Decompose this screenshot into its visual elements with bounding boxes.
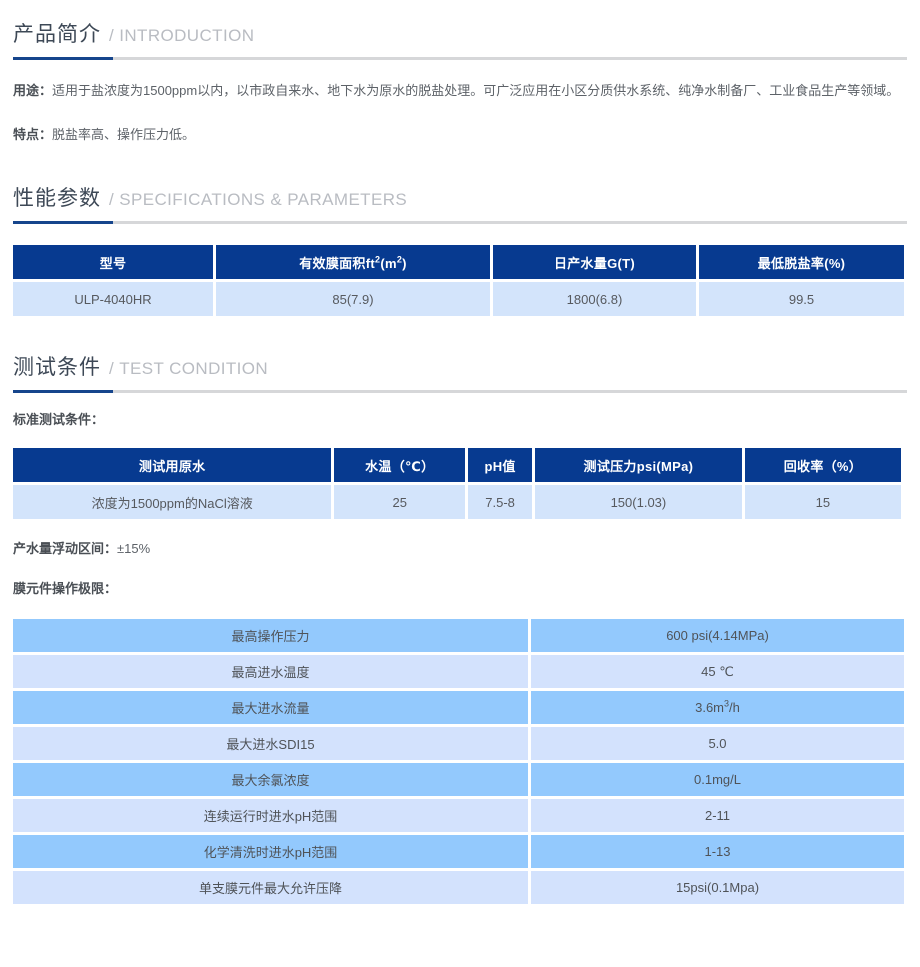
- cell-ph: 7.5-8: [468, 485, 532, 519]
- standard-test-condition-label-text: 标准测试条件：: [13, 412, 104, 427]
- table-row: 最大进水SDI155.0: [13, 727, 904, 760]
- col-header-ph: pH值: [468, 448, 532, 482]
- section-specifications: 性能参数 / SPECIFICATIONS & PARAMETERS: [0, 150, 920, 221]
- operating-limits-label: 膜元件操作极限：: [0, 574, 920, 604]
- test-condition-heading-en: / TEST CONDITION: [109, 359, 268, 378]
- cell-membrane-area: 85(7.9): [216, 282, 490, 316]
- cell-limit-value: 0.1mg/L: [531, 763, 904, 796]
- specifications-table: 型号 有效膜面积ft2(m2) 日产水量G(T) 最低脱盐率(%) ULP-40…: [10, 242, 907, 319]
- test-condition-heading: 测试条件 / TEST CONDITION: [13, 351, 907, 390]
- col-header-model: 型号: [13, 245, 213, 279]
- col-header-feedwater: 测试用原水: [13, 448, 331, 482]
- introduction-body: 用途：适用于盐浓度为1500ppm以内，以市政自来水、地下水为原水的脱盐处理。可…: [0, 60, 920, 150]
- cell-limit-name: 最大余氯浓度: [13, 763, 528, 796]
- table-row: 化学清洗时进水pH范围1-13: [13, 835, 904, 868]
- introduction-usage-text: 适用于盐浓度为1500ppm以内，以市政自来水、地下水为原水的脱盐处理。可广泛应…: [52, 83, 899, 98]
- col-header-temperature: 水温（℃）: [334, 448, 465, 482]
- cell-limit-name: 化学清洗时进水pH范围: [13, 835, 528, 868]
- section-introduction: 产品简介 / INTRODUCTION: [0, 0, 920, 57]
- col-header-min-rejection: 最低脱盐率(%): [699, 245, 904, 279]
- table-header-row: 测试用原水 水温（℃） pH值 测试压力psi(MPa) 回收率（%）: [13, 448, 901, 482]
- table-row: ULP-4040HR 85(7.9) 1800(6.8) 99.5: [13, 282, 904, 316]
- introduction-feature-label: 特点：: [13, 127, 52, 142]
- standard-test-condition-label: 标准测试条件：: [0, 405, 920, 435]
- cell-limit-value: 15psi(0.1Mpa): [531, 871, 904, 904]
- flow-tolerance-value: ±15%: [117, 541, 150, 556]
- table-row: 最大余氯浓度0.1mg/L: [13, 763, 904, 796]
- cell-min-rejection: 99.5: [699, 282, 904, 316]
- cell-limit-name: 最大进水SDI15: [13, 727, 528, 760]
- cell-feedwater: 浓度为1500ppm的NaCl溶液: [13, 485, 331, 519]
- introduction-usage-label: 用途：: [13, 83, 52, 98]
- cell-limit-name: 连续运行时进水pH范围: [13, 799, 528, 832]
- introduction-heading-en: / INTRODUCTION: [109, 26, 254, 45]
- introduction-feature-text: 脱盐率高、操作压力低。: [52, 127, 195, 142]
- col-header-daily-output: 日产水量G(T): [493, 245, 696, 279]
- table-row: 浓度为1500ppm的NaCl溶液 25 7.5-8 150(1.03) 15: [13, 485, 901, 519]
- cell-limit-value: 3.6m3/h: [531, 691, 904, 724]
- introduction-usage-paragraph: 用途：适用于盐浓度为1500ppm以内，以市政自来水、地下水为原水的脱盐处理。可…: [0, 76, 920, 106]
- specifications-heading-cn: 性能参数: [13, 187, 101, 210]
- specifications-heading-en: / SPECIFICATIONS & PARAMETERS: [109, 190, 407, 209]
- section-test-condition: 测试条件 / TEST CONDITION: [0, 319, 920, 390]
- product-datasheet-page: 产品简介 / INTRODUCTION 用途：适用于盐浓度为1500ppm以内，以…: [0, 0, 920, 907]
- test-condition-table: 测试用原水 水温（℃） pH值 测试压力psi(MPa) 回收率（%） 浓度为1…: [10, 445, 904, 522]
- operating-limits-table: 最高操作压力600 psi(4.14MPa)最高进水温度45 ℃最大进水流量3.…: [10, 616, 907, 907]
- introduction-heading: 产品简介 / INTRODUCTION: [13, 18, 907, 57]
- cell-limit-value: 600 psi(4.14MPa): [531, 619, 904, 652]
- specifications-heading-rule: [13, 221, 907, 224]
- cell-limit-value: 2-11: [531, 799, 904, 832]
- cell-daily-output: 1800(6.8): [493, 282, 696, 316]
- flow-tolerance-label: 产水量浮动区间：: [13, 541, 117, 556]
- limit-value-pre: 3.6m: [695, 700, 724, 715]
- col-header-recovery: 回收率（%）: [745, 448, 901, 482]
- cell-limit-value: 45 ℃: [531, 655, 904, 688]
- cell-limit-value: 1-13: [531, 835, 904, 868]
- operating-limits-label-text: 膜元件操作极限：: [13, 581, 117, 596]
- col-header-test-pressure: 测试压力psi(MPa): [535, 448, 742, 482]
- flow-tolerance-note: 产水量浮动区间：±15%: [0, 534, 920, 564]
- introduction-feature-paragraph: 特点：脱盐率高、操作压力低。: [0, 120, 920, 150]
- table-row: 最高操作压力600 psi(4.14MPa): [13, 619, 904, 652]
- cell-test-pressure: 150(1.03): [535, 485, 742, 519]
- membrane-area-post: ): [402, 256, 407, 271]
- table-row: 最高进水温度45 ℃: [13, 655, 904, 688]
- table-row: 最大进水流量3.6m3/h: [13, 691, 904, 724]
- table-header-row: 型号 有效膜面积ft2(m2) 日产水量G(T) 最低脱盐率(%): [13, 245, 904, 279]
- col-header-membrane-area: 有效膜面积ft2(m2): [216, 245, 490, 279]
- cell-temperature: 25: [334, 485, 465, 519]
- test-condition-heading-rule: [13, 390, 907, 393]
- membrane-area-pre: 有效膜面积ft: [299, 256, 375, 271]
- table-row: 连续运行时进水pH范围2-11: [13, 799, 904, 832]
- specifications-heading: 性能参数 / SPECIFICATIONS & PARAMETERS: [13, 182, 907, 221]
- cell-limit-name: 最高进水温度: [13, 655, 528, 688]
- cell-limit-name: 最大进水流量: [13, 691, 528, 724]
- membrane-area-mid: (m: [380, 256, 397, 271]
- introduction-heading-cn: 产品简介: [13, 23, 101, 46]
- cell-model: ULP-4040HR: [13, 282, 213, 316]
- introduction-heading-rule: [13, 57, 907, 60]
- cell-limit-name: 最高操作压力: [13, 619, 528, 652]
- cell-limit-name: 单支膜元件最大允许压降: [13, 871, 528, 904]
- test-condition-heading-cn: 测试条件: [13, 356, 101, 379]
- cell-limit-value: 5.0: [531, 727, 904, 760]
- table-row: 单支膜元件最大允许压降15psi(0.1Mpa): [13, 871, 904, 904]
- limit-value-post: /h: [729, 700, 740, 715]
- cell-recovery: 15: [745, 485, 901, 519]
